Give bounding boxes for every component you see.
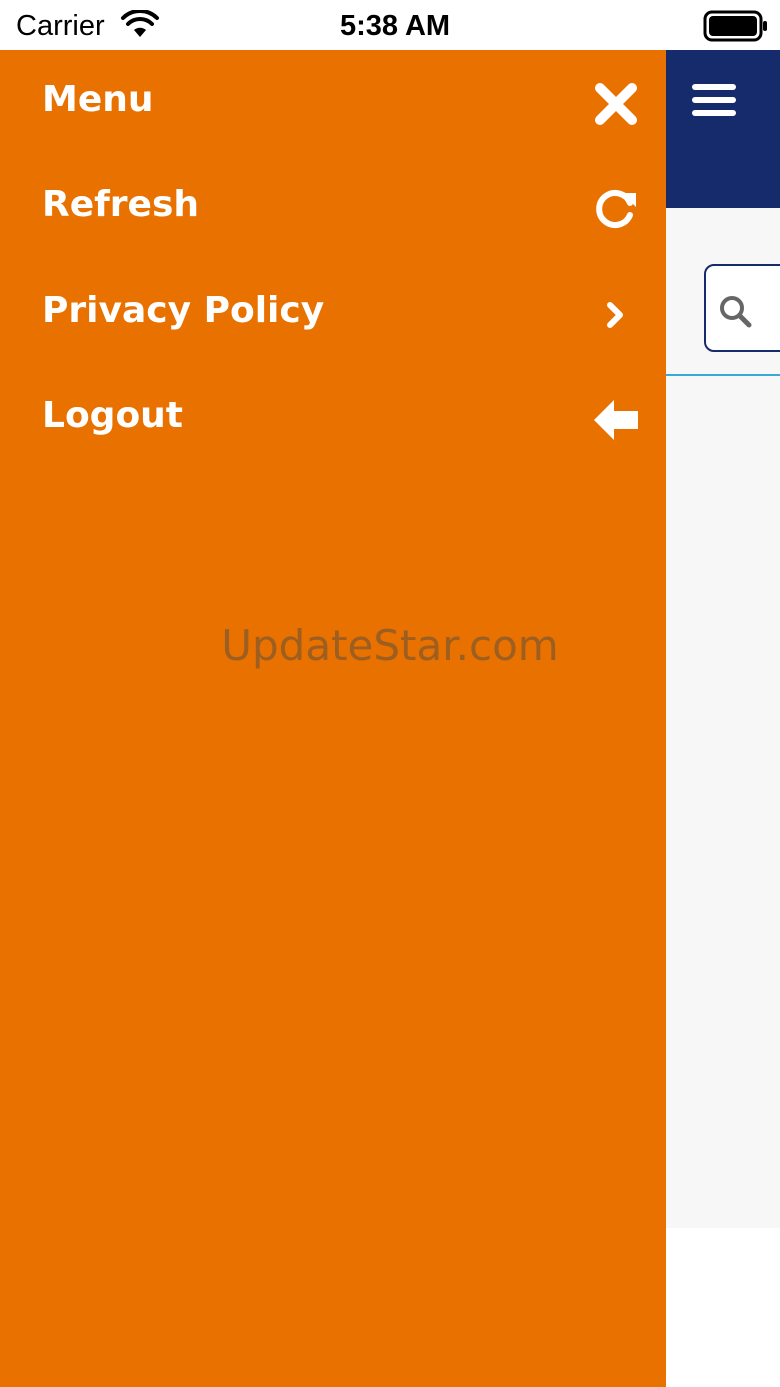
arrow-left-icon: [594, 400, 638, 440]
main-header: [666, 50, 780, 208]
hamburger-icon[interactable]: [692, 84, 740, 120]
drawer-item-menu[interactable]: Menu: [0, 50, 666, 150]
refresh-icon: [596, 190, 636, 228]
chevron-right-icon: [607, 302, 623, 328]
search-divider: [666, 374, 780, 376]
status-time: 5:38 AM: [339, 10, 451, 42]
main-screen: [666, 50, 780, 1387]
drawer-item-label: Privacy Policy: [42, 290, 325, 331]
drawer-item-privacy-policy[interactable]: Privacy Policy: [0, 261, 666, 361]
main-bottom-area: [666, 1228, 780, 1387]
drawer-item-label: Refresh: [42, 184, 200, 225]
side-drawer: Menu Refresh Privacy Policy Logout: [0, 50, 666, 1387]
drawer-item-label: Menu: [42, 79, 154, 120]
battery-icon: [703, 10, 767, 42]
search-icon: [720, 296, 752, 328]
drawer-item-logout[interactable]: Logout: [0, 366, 666, 466]
status-bar: Carrier 5:38 AM: [0, 0, 780, 50]
watermark: UpdateStar.com: [221, 621, 559, 670]
close-icon[interactable]: [590, 78, 642, 130]
drawer-item-label: Logout: [42, 395, 184, 436]
drawer-item-refresh[interactable]: Refresh: [0, 155, 666, 255]
search-box[interactable]: [704, 264, 780, 352]
